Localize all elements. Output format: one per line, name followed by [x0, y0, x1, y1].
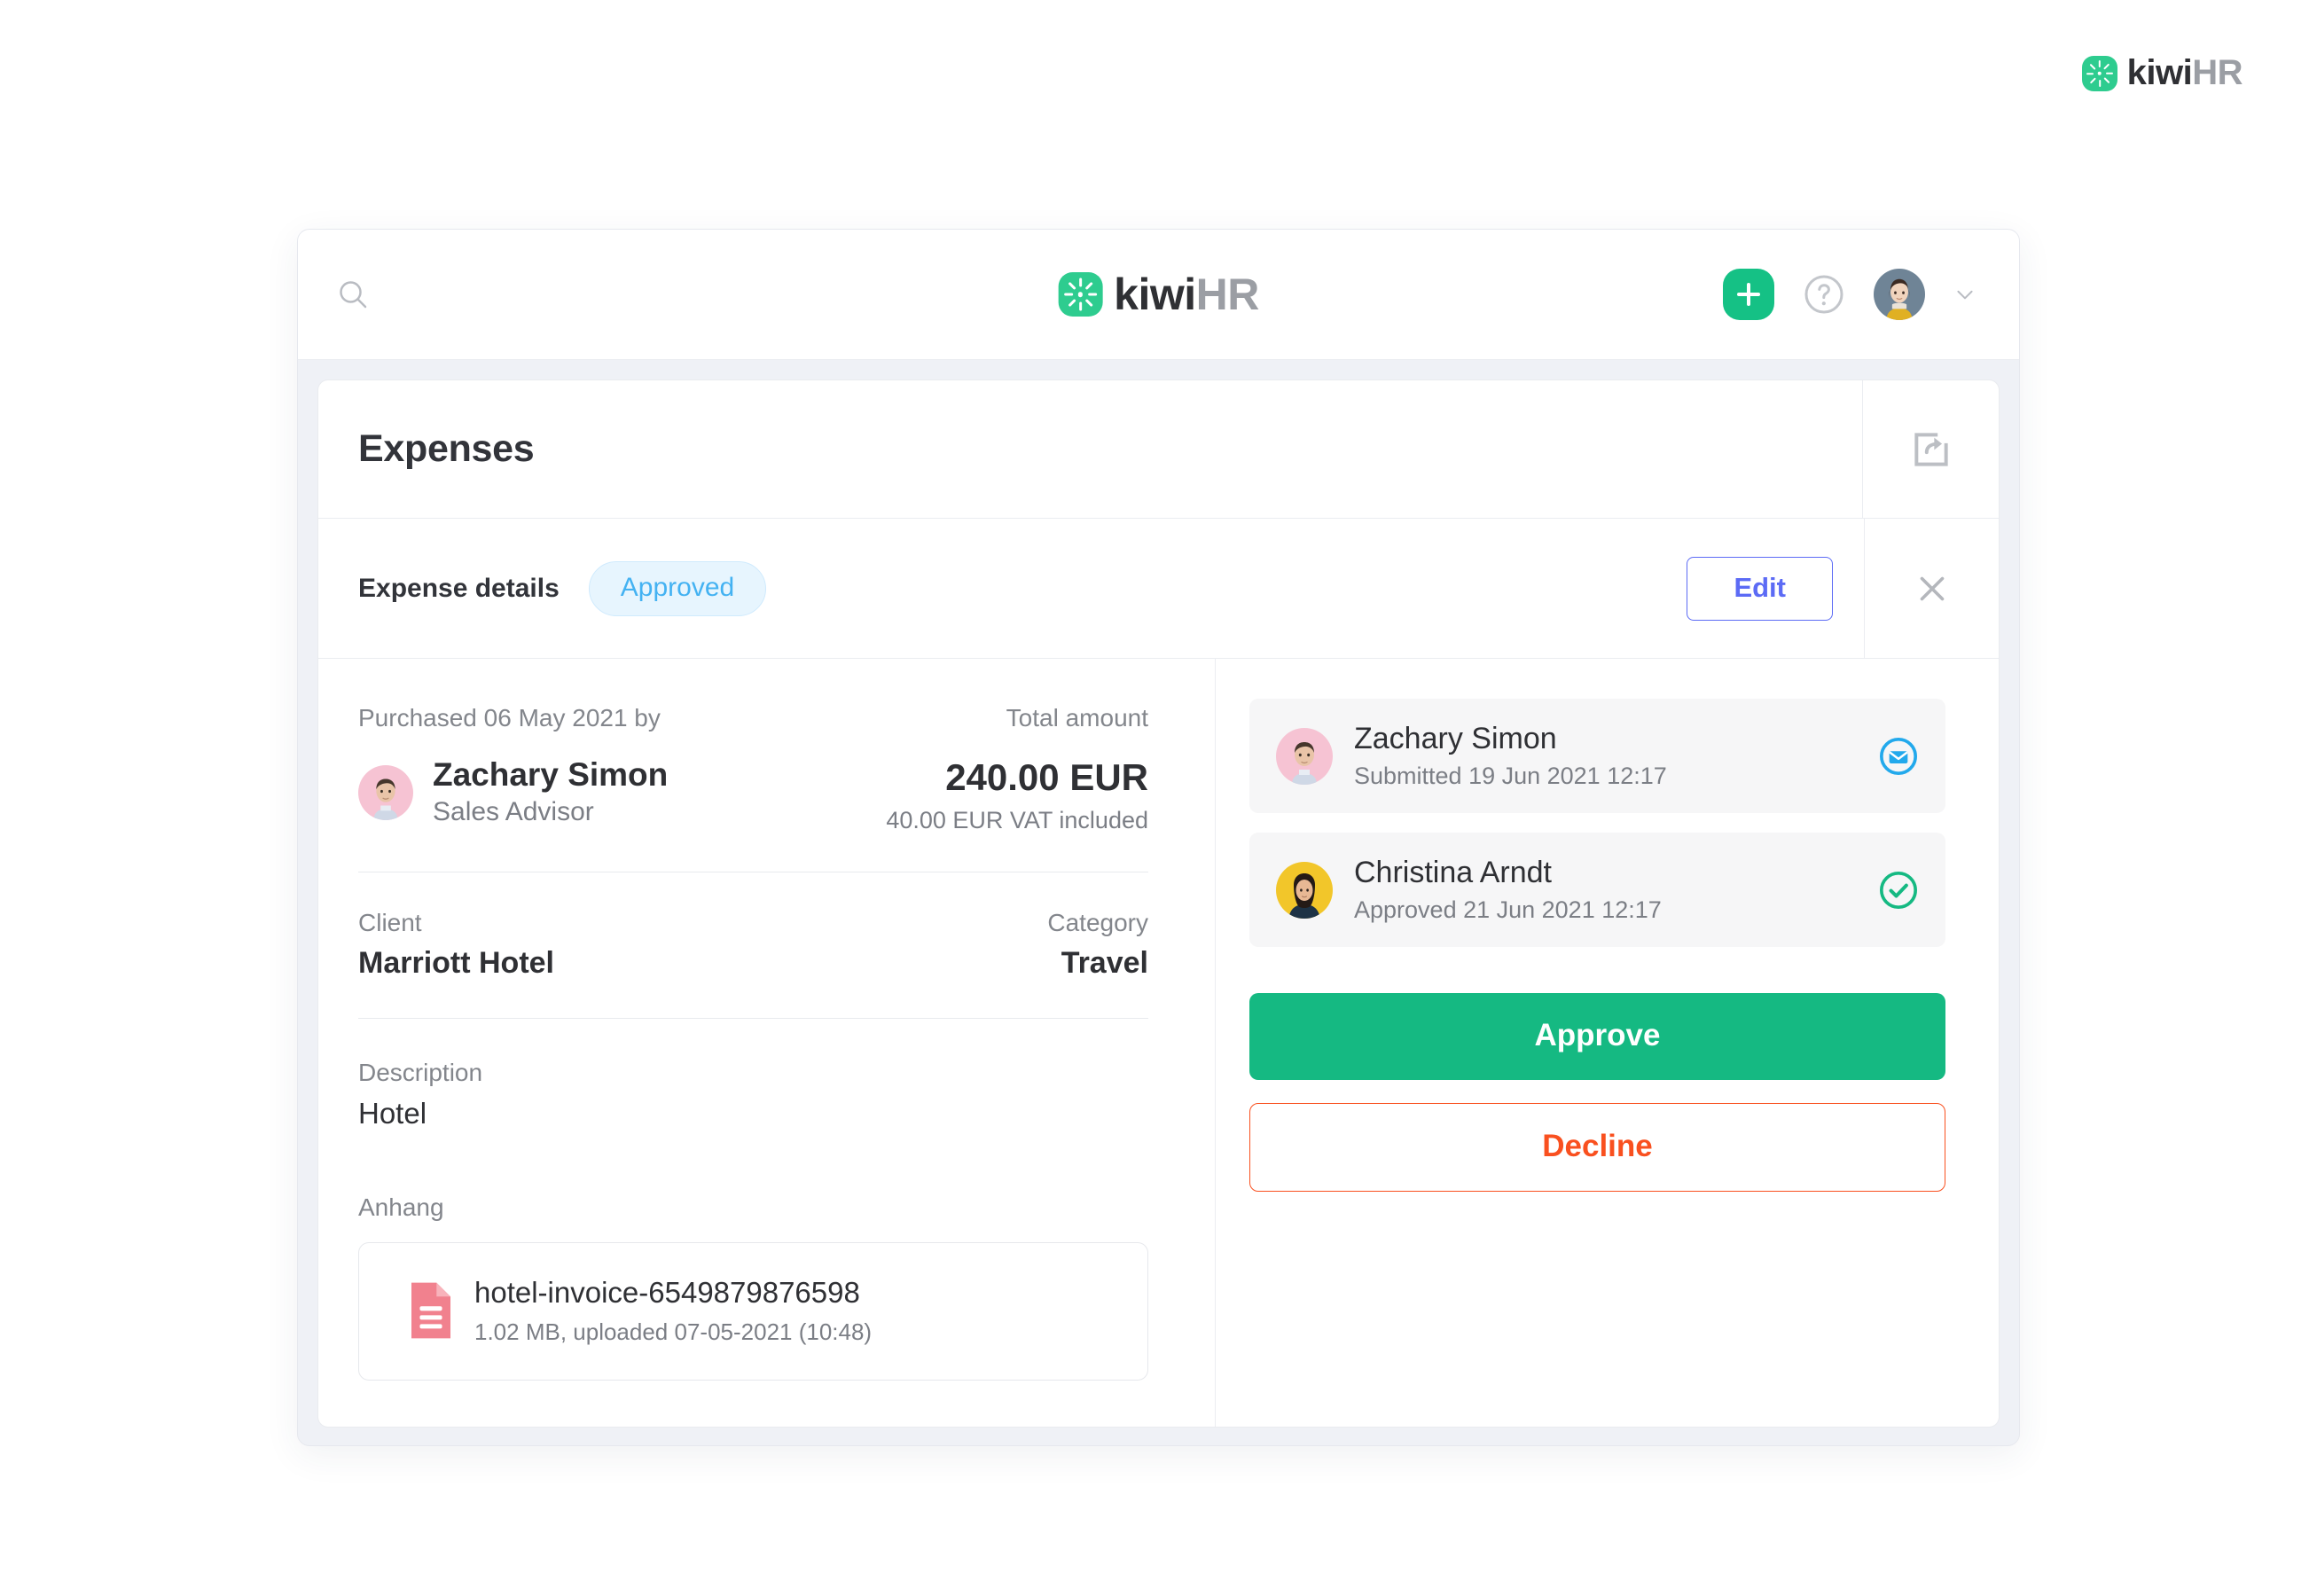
app-window: kiwi HR Expenses Expense details Approve…: [297, 229, 2020, 1446]
app-brand-primary: kiwi: [1114, 270, 1196, 319]
attachment-card[interactable]: hotel-invoice-6549879876598 1.02 MB, upl…: [358, 1241, 1148, 1381]
purchaser-name: Zachary Simon: [433, 755, 669, 793]
app-logo[interactable]: kiwi HR: [1058, 269, 1259, 320]
total-amount-label: Total amount: [1006, 704, 1148, 732]
approval-column: Zachary Simon Submitted 19 Jun 2021 12:1…: [1216, 659, 1999, 1427]
edit-button[interactable]: Edit: [1687, 556, 1833, 621]
close-icon: [1920, 576, 1944, 600]
header-actions: Edit: [1687, 519, 1999, 658]
approver-name: Zachary Simon: [1354, 722, 1557, 755]
details-title: Expense details: [358, 573, 560, 603]
category-value: Travel: [1061, 946, 1148, 981]
approver-status-text: Approved 21 Jun 2021 12:17: [1354, 896, 1662, 924]
details-body: Purchased 06 May 2021 by Zachary Simon S…: [318, 659, 1999, 1427]
document-icon: [411, 1282, 450, 1339]
total-amount-value: 240.00 EUR: [945, 755, 1148, 798]
chevron-down-icon[interactable]: [1953, 283, 1976, 306]
details-header: Expense details Approved Edit: [318, 519, 1999, 659]
category-label: Category: [1047, 908, 1148, 936]
expenses-card: Expenses Expense details Approved Edit P…: [317, 379, 2000, 1428]
search-icon: [340, 281, 367, 309]
user-avatar: [358, 764, 413, 820]
approver-status-text: Submitted 19 Jun 2021 12:17: [1354, 763, 1667, 790]
decline-button[interactable]: Decline: [1249, 1103, 1945, 1193]
category-block: Category Travel: [1047, 908, 1148, 982]
avatar[interactable]: [1874, 269, 1925, 320]
approver-texts: Christina Arndt Approved 21 Jun 2021 12:…: [1354, 856, 1662, 924]
purchaser-avatar: [358, 764, 413, 820]
divider: [358, 1018, 1148, 1020]
topbar-actions: [1723, 269, 1976, 320]
search-button[interactable]: [328, 270, 378, 319]
app-brand-secondary: HR: [1195, 270, 1260, 319]
close-button[interactable]: [1864, 519, 1999, 658]
user-avatar: [1874, 269, 1925, 320]
add-button[interactable]: [1723, 269, 1774, 320]
purchased-label: Purchased 06 May 2021 by: [358, 704, 661, 732]
export-icon: [1914, 432, 1948, 466]
card-header: Expenses: [318, 380, 1999, 519]
help-button[interactable]: [1803, 273, 1845, 316]
attachment-block: Anhang hotel-invoice-6549879876598 1.02 …: [358, 1193, 1148, 1381]
attachment-meta: 1.02 MB, uploaded 07-05-2021 (10:48): [474, 1318, 873, 1346]
attachment-name: hotel-invoice-6549879876598: [474, 1275, 860, 1309]
page-brand-logo: kiwi HR: [2081, 53, 2243, 93]
app-topbar: kiwi HR: [298, 230, 2019, 360]
purchaser-role: Sales Advisor: [433, 797, 594, 827]
amount-block: Total amount 240.00 EUR 40.00 EUR VAT in…: [886, 703, 1148, 834]
approver-texts: Zachary Simon Submitted 19 Jun 2021 12:1…: [1354, 722, 1667, 790]
approver-avatar: [1276, 861, 1333, 919]
description-value: Hotel: [358, 1097, 427, 1130]
client-category-row: Client Marriott Hotel Category Travel: [358, 908, 1148, 982]
client-value: Marriott Hotel: [358, 946, 554, 981]
purchase-summary-row: Purchased 06 May 2021 by Zachary Simon S…: [358, 703, 1148, 834]
client-block: Client Marriott Hotel: [358, 908, 554, 982]
approval-row[interactable]: Christina Arndt Approved 21 Jun 2021 12:…: [1249, 833, 1945, 948]
kiwi-starburst-icon: [1058, 272, 1103, 317]
page-title: Expenses: [358, 427, 535, 470]
brand-name-secondary: HR: [2192, 53, 2243, 92]
kiwi-starburst-icon: [2081, 55, 2117, 91]
client-label: Client: [358, 908, 422, 936]
description-label: Description: [358, 1059, 483, 1087]
export-button[interactable]: [1862, 380, 1999, 518]
expense-details-column: Purchased 06 May 2021 by Zachary Simon S…: [318, 659, 1216, 1427]
approver-name: Christina Arndt: [1354, 856, 1552, 890]
status-badge[interactable]: Approved: [588, 560, 767, 616]
approve-button[interactable]: Approve: [1249, 993, 1945, 1081]
approver-avatar: [1276, 727, 1333, 785]
user-avatar: [1276, 727, 1333, 785]
user-avatar: [1276, 861, 1333, 919]
approval-row[interactable]: Zachary Simon Submitted 19 Jun 2021 12:1…: [1249, 699, 1945, 814]
attachment-label: Anhang: [358, 1193, 444, 1222]
check-circle-icon: [1880, 871, 1917, 909]
description-block: Description Hotel: [358, 1058, 1148, 1130]
attachment-texts: hotel-invoice-6549879876598 1.02 MB, upl…: [474, 1275, 872, 1347]
brand-name-primary: kiwi: [2126, 53, 2193, 92]
vat-note: 40.00 EUR VAT included: [886, 806, 1148, 833]
envelope-circle-icon: [1880, 737, 1917, 775]
purchaser-block: Purchased 06 May 2021 by Zachary Simon S…: [358, 703, 668, 834]
